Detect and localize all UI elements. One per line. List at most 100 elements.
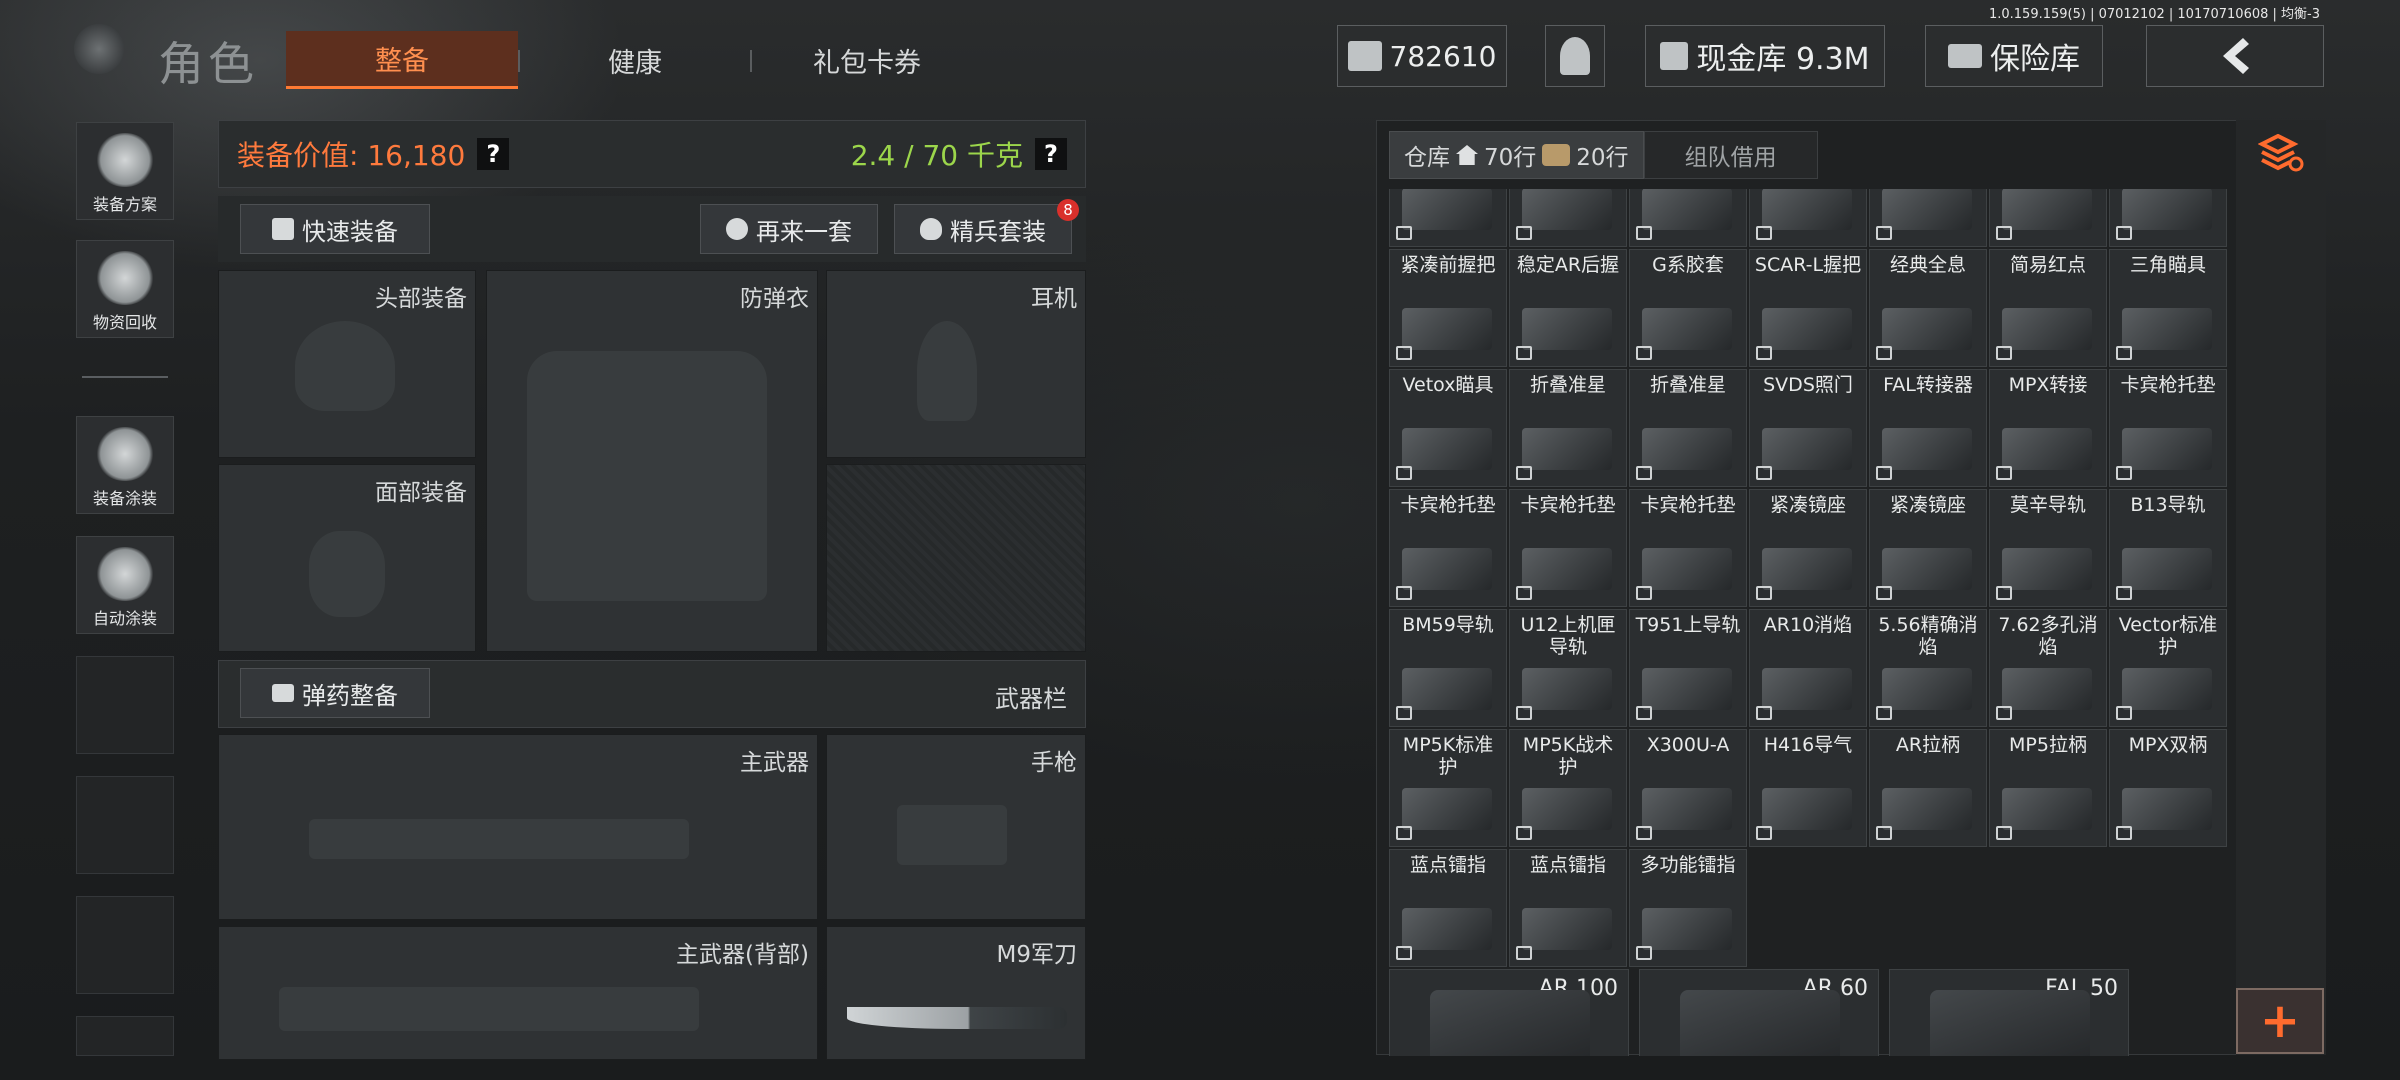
stash-item[interactable]: Vector标准护 (2109, 609, 2227, 727)
item-type-icon (1396, 466, 1412, 480)
item-type-icon (1636, 826, 1652, 840)
sort-stack-icon[interactable] (2258, 134, 2304, 174)
stash-item[interactable]: 卡宾枪托垫 (2109, 369, 2227, 487)
item-type-icon (1756, 826, 1772, 840)
stash-item[interactable]: H416导气 (1749, 729, 1867, 847)
stash-item[interactable]: 卡宾枪托垫 (1509, 489, 1627, 607)
value-help-button[interactable]: ? (477, 138, 510, 170)
pistol-slot[interactable]: 手枪 (826, 734, 1086, 920)
stash-item[interactable] (1749, 189, 1867, 247)
stash-item[interactable]: MP5拉柄 (1989, 729, 2107, 847)
stash-item[interactable] (1869, 189, 1987, 247)
item-thumbnail (2122, 548, 2212, 590)
tab-stash[interactable]: 仓库 70行 20行 (1389, 131, 1644, 179)
stash-item[interactable]: 经典全息 (1869, 249, 1987, 367)
stash-tab-label: 仓库 (1404, 145, 1450, 171)
stash-item[interactable]: 折叠准星 (1629, 369, 1747, 487)
banknote-icon (1347, 41, 1382, 71)
stash-item[interactable]: MP5K战术护 (1509, 729, 1627, 847)
stash-item[interactable]: 5.56精确消焰 (1869, 609, 1987, 727)
sidebar-item-gear-skins[interactable]: 装备涂装 (76, 416, 174, 514)
head-gear-slot[interactable]: 头部装备 (218, 270, 476, 458)
item-thumbnail (1882, 308, 1972, 350)
ammo-prepare-button[interactable]: 弹药整备 (240, 668, 430, 718)
item-type-icon (1396, 346, 1412, 360)
primary-weapon-slot[interactable]: 主武器 (218, 734, 818, 920)
stash-item[interactable]: 紧凑镜座 (1749, 489, 1867, 607)
stash-item[interactable]: MPX双柄 (2109, 729, 2227, 847)
stash-item[interactable]: 蓝点镭指 (1509, 849, 1627, 967)
item-name: 紧凑前握把 (1400, 254, 1496, 276)
stash-item[interactable]: 7.62多孔消焰 (1989, 609, 2107, 727)
stash-item[interactable]: Vetox瞄具 (1389, 369, 1507, 487)
stash-item[interactable]: AR拉柄 (1869, 729, 1987, 847)
tab-gift-coupons[interactable]: 礼包卡券 (752, 31, 982, 89)
stash-item[interactable]: T951上导轨 (1629, 609, 1747, 727)
sidebar-item-recycle[interactable]: 物资回收 (76, 240, 174, 338)
stash-item[interactable]: 卡宾枪托垫 (1629, 489, 1747, 607)
stash-item[interactable]: SCAR-L握把 (1749, 249, 1867, 367)
stash-magazine-item[interactable]: AR 100 (1389, 969, 1629, 1056)
slot-label: 主武器(背部) (676, 942, 809, 968)
weight-help-button[interactable]: ? (1035, 138, 1067, 170)
item-thumbnail (2002, 428, 2092, 470)
stash-item[interactable]: MPX转接 (1989, 369, 2107, 487)
stash-item[interactable] (1509, 189, 1627, 247)
stash-item[interactable] (1389, 189, 1507, 247)
tab-prepare[interactable]: 整备 (286, 31, 518, 89)
tab-team-borrow[interactable]: 组队借用 (1643, 131, 1818, 179)
stash-item[interactable]: G系胶套 (1629, 249, 1747, 367)
equip-again-button[interactable]: 再来一套 (700, 204, 878, 254)
tab-health[interactable]: 健康 (520, 31, 750, 89)
stash-magazine-item[interactable]: AR 60 (1639, 969, 1879, 1056)
sidebar-item-auto-paint[interactable]: 自动涂装 (76, 536, 174, 634)
cash-vault-button[interactable]: 现金库 9.3M (1645, 25, 1885, 87)
stash-item[interactable]: AR10消焰 (1749, 609, 1867, 727)
stash-item[interactable] (1989, 189, 2107, 247)
stash-item[interactable]: FAL转接器 (1869, 369, 1987, 487)
primary-back-slot[interactable]: 主武器(背部) (218, 926, 818, 1060)
currency-box[interactable]: 782610 (1337, 25, 1507, 87)
elite-kit-button[interactable]: 精兵套装 (894, 204, 1072, 254)
stash-item[interactable] (2109, 189, 2227, 247)
item-name: B13导轨 (2130, 494, 2206, 516)
stash-item[interactable]: 三角瞄具 (2109, 249, 2227, 367)
body-armor-slot[interactable]: 防弹衣 (486, 270, 818, 652)
stash-item[interactable]: MP5K标准护 (1389, 729, 1507, 847)
insurance-vault-button[interactable]: 保险库 (1925, 25, 2103, 87)
stash-item[interactable]: X300U-A (1629, 729, 1747, 847)
stash-item[interactable]: 稳定AR后握 (1509, 249, 1627, 367)
stash-item[interactable]: SVDS照门 (1749, 369, 1867, 487)
headset-slot[interactable]: 耳机 (826, 270, 1086, 458)
stash-item[interactable]: B13导轨 (2109, 489, 2227, 607)
stash-item[interactable]: 莫辛导轨 (1989, 489, 2107, 607)
stash-item[interactable]: 蓝点镭指 (1389, 849, 1507, 967)
operator-button[interactable] (1545, 25, 1605, 87)
stash-rows-b: 20行 (1576, 145, 1629, 171)
stash-item[interactable]: 折叠准星 (1509, 369, 1627, 487)
stash-magazine-item[interactable]: FAL 50 (1889, 969, 2129, 1056)
face-gear-slot[interactable]: 面部装备 (218, 464, 476, 652)
shirt-icon (272, 218, 294, 240)
stash-item[interactable]: U12上机匣导轨 (1509, 609, 1627, 727)
back-button[interactable] (2146, 25, 2324, 87)
item-type-icon (1636, 346, 1652, 360)
item-name: 经典全息 (1889, 254, 1966, 276)
knife-slot[interactable]: M9军刀 (826, 926, 1086, 1060)
stash-item[interactable]: BM59导轨 (1389, 609, 1507, 727)
stash-item[interactable]: 多功能镭指 (1629, 849, 1747, 967)
quick-equip-button[interactable]: 快速装备 (240, 204, 430, 254)
stash-item[interactable]: 紧凑前握把 (1389, 249, 1507, 367)
stash-item[interactable]: 简易红点 (1989, 249, 2107, 367)
stash-item[interactable] (1629, 189, 1747, 247)
item-type-icon (1996, 346, 2012, 360)
item-thumbnail (1642, 189, 1732, 230)
item-name: U12上机匣导轨 (1520, 614, 1616, 658)
add-stash-button[interactable]: + (2236, 988, 2324, 1054)
item-thumbnail (2122, 788, 2212, 830)
sidebar-item-loadout-plans[interactable]: 装备方案 (76, 122, 174, 220)
stash-item[interactable]: 卡宾枪托垫 (1389, 489, 1507, 607)
stash-item[interactable]: 紧凑镜座 (1869, 489, 1987, 607)
sidebar-divider (82, 376, 168, 378)
item-thumbnail (1522, 908, 1612, 950)
